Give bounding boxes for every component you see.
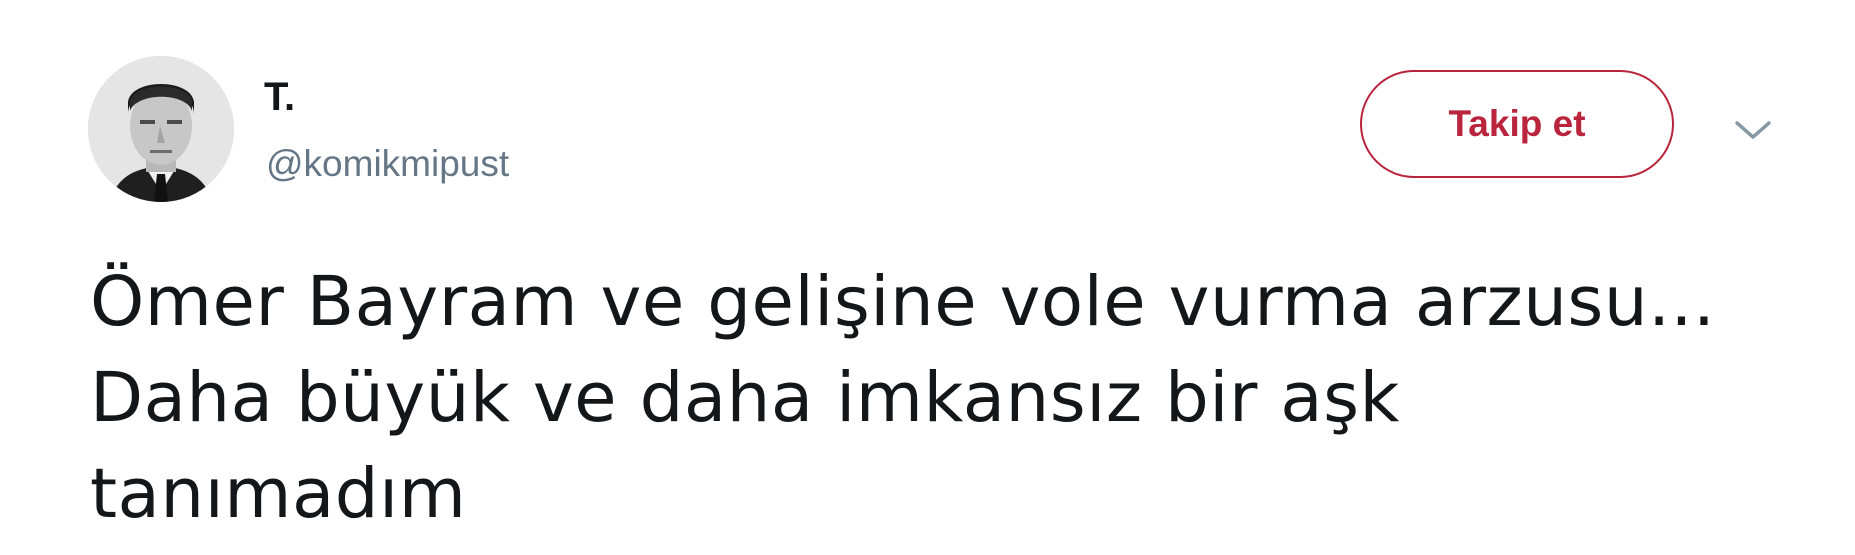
tweet-text-line: Daha büyük ve daha imkansız bir aşk	[90, 358, 1400, 438]
more-options-button[interactable]	[1730, 116, 1776, 144]
tweet-text-line: tanımadım	[90, 454, 467, 534]
follow-button[interactable]: Takip et	[1360, 70, 1674, 178]
avatar-photo	[88, 56, 234, 202]
tweet-text: Ömer Bayram ve gelişine vole vurma arzus…	[90, 254, 1810, 542]
tweet-card: T. @komikmipust Takip et Ömer Bayram ve …	[0, 0, 1855, 555]
author-handle[interactable]: @komikmipust	[266, 142, 509, 186]
chevron-down-icon	[1735, 121, 1771, 139]
author-display-name[interactable]: T.	[264, 74, 295, 120]
avatar[interactable]	[88, 56, 234, 202]
tweet-text-line: Ömer Bayram ve gelişine vole vurma arzus…	[90, 262, 1716, 342]
